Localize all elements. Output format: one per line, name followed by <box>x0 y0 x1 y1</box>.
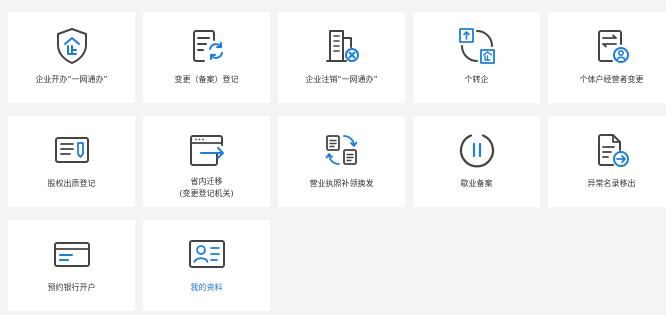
license-exchange-icon <box>322 130 362 170</box>
service-label: 股权出质登记 <box>47 179 96 188</box>
shield-enterprise-icon <box>52 26 92 66</box>
service-label: 变更（备案）登记 <box>174 75 239 84</box>
document-arrow-out-icon <box>592 130 632 170</box>
service-tile-individual-to-enterprise[interactable]: 个转企 <box>413 12 540 103</box>
building-cancel-icon <box>322 26 362 66</box>
services-grid: 企业开办“一网通办” 变更（备案）登记 企业注销“一网通办” 个转企 个体户经营… <box>8 12 666 311</box>
service-tile-abnormal-list-removal[interactable]: 异常名录移出 <box>548 116 666 207</box>
service-label: 预约银行开户 <box>47 283 96 292</box>
service-label: 歇业备案 <box>460 179 493 188</box>
service-label: 省内迁移 (变更登记机关) <box>179 177 234 198</box>
service-label: 个转企 <box>464 75 489 84</box>
id-card-icon <box>187 234 227 274</box>
service-tile-equity-pledge[interactable]: 股权出质登记 <box>8 116 135 207</box>
service-label: 营业执照补领换发 <box>309 179 374 188</box>
bank-card-icon <box>52 234 92 274</box>
service-label: 异常名录移出 <box>587 179 636 188</box>
service-label: 我的资料 <box>190 283 223 292</box>
service-label: 企业开办“一网通办” <box>35 75 108 84</box>
pause-icon <box>457 130 497 170</box>
service-tile-suspension-filing[interactable]: 歇业备案 <box>413 116 540 207</box>
service-tile-enterprise-open[interactable]: 企业开办“一网通办” <box>8 12 135 103</box>
service-tile-operator-change[interactable]: 个体户经营者变更 <box>548 12 666 103</box>
person-to-enterprise-icon <box>457 26 497 66</box>
pledge-document-icon <box>52 130 92 170</box>
service-tile-province-migration[interactable]: 省内迁移 (变更登记机关) <box>143 116 270 207</box>
service-label: 个体户经营者变更 <box>579 75 644 84</box>
document-user-icon <box>592 26 632 66</box>
document-refresh-icon <box>187 26 227 66</box>
service-tile-enterprise-cancel[interactable]: 企业注销“一网通办” <box>278 12 405 103</box>
service-tile-license-reissue[interactable]: 营业执照补领换发 <box>278 116 405 207</box>
window-migrate-icon <box>187 130 227 170</box>
service-label: 企业注销“一网通办” <box>305 75 378 84</box>
service-tile-my-materials[interactable]: 我的资料 <box>143 220 270 311</box>
service-tile-change-registration[interactable]: 变更（备案）登记 <box>143 12 270 103</box>
service-tile-bank-account-booking[interactable]: 预约银行开户 <box>8 220 135 311</box>
